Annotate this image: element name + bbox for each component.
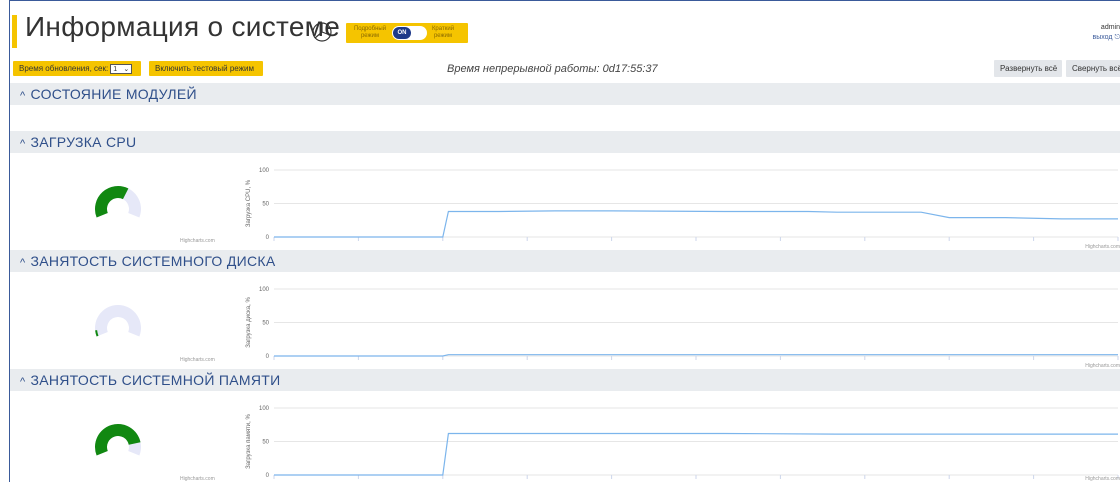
mode-switch[interactable]: Подробный режим ON Краткий режим: [346, 23, 468, 43]
refresh-select[interactable]: 1 ⌄: [110, 63, 133, 74]
disk-line-chart: 0 50 100 Загрузка диска, % Highcharts.com: [246, 287, 1120, 369]
mode-toggle[interactable]: ON: [392, 26, 427, 40]
highcharts-credit[interactable]: Highcharts.com: [180, 476, 215, 482]
y-axis-title: Загрузка CPU, %: [246, 179, 252, 227]
uptime-text: Время непрерывной работы: 0d17:55:37: [447, 63, 658, 75]
series-line: [274, 210, 1118, 238]
chevron-up-icon: ^: [20, 90, 26, 102]
user-name: admin: [1100, 24, 1120, 31]
y-tick-label: 100: [259, 287, 270, 293]
chevron-up-icon: ^: [20, 376, 26, 388]
cpu-line-chart: 0 50 100 Загрузка CPU, % Highcharts.com: [246, 168, 1120, 250]
section-disk-header[interactable]: ^ ЗАНЯТОСТЬ СИСТЕМНОГО ДИСКА: [10, 250, 1120, 272]
highcharts-credit[interactable]: Highcharts.com: [180, 357, 215, 363]
logout-link[interactable]: выход ⎋: [1093, 34, 1120, 42]
y-tick-label: 0: [266, 235, 270, 241]
chevron-up-icon: ^: [20, 138, 26, 150]
y-axis-title: Загрузка памяти, %: [246, 414, 252, 469]
highcharts-credit: Highcharts.com: [1085, 244, 1120, 250]
refresh-label: Время обновления, сек:: [19, 64, 109, 73]
section-modules-title: ^ СОСТОЯНИЕ МОДУЛЕЙ: [20, 86, 197, 102]
mode-brief-label[interactable]: Краткий режим: [426, 26, 460, 39]
disk-gauge: [95, 305, 141, 337]
y-tick-label: 50: [262, 440, 269, 446]
section-disk-label: ЗАНЯТОСТЬ СИСТЕМНОГО ДИСКА: [30, 253, 276, 269]
highcharts-credit: Highcharts.com: [1085, 363, 1120, 369]
mode-detailed-label[interactable]: Подробный режим: [350, 26, 390, 39]
gauge-value-arc: [95, 186, 129, 218]
y-axis-title: Загрузка диска, %: [246, 297, 252, 348]
gauge-track: [95, 305, 141, 337]
y-tick-label: 0: [266, 354, 270, 360]
logout-icon[interactable]: ⎋: [1114, 34, 1120, 41]
section-memory-label: ЗАНЯТОСТЬ СИСТЕМНОЙ ПАМЯТИ: [30, 372, 281, 388]
collapse-all-button[interactable]: Свернуть всё: [1066, 60, 1120, 77]
refresh-interval-control: Время обновления, сек: 1 ⌄: [13, 61, 141, 76]
section-disk-title: ^ ЗАНЯТОСТЬ СИСТЕМНОГО ДИСКА: [20, 253, 275, 269]
y-tick-label: 0: [266, 473, 270, 479]
chevron-up-icon: ^: [20, 257, 26, 269]
expand-all-button[interactable]: Развернуть всё: [994, 60, 1062, 77]
section-modules-label: СОСТОЯНИЕ МОДУЛЕЙ: [30, 86, 197, 102]
section-cpu-label: ЗАГРУЗКА CPU: [30, 134, 137, 150]
toggle-knob: ON: [393, 27, 411, 39]
y-tick-label: 100: [259, 168, 270, 174]
y-tick-label: 50: [262, 202, 269, 208]
section-memory-title: ^ ЗАНЯТОСТЬ СИСТЕМНОЙ ПАМЯТИ: [20, 372, 280, 388]
section-memory-header[interactable]: ^ ЗАНЯТОСТЬ СИСТЕМНОЙ ПАМЯТИ: [10, 369, 1120, 391]
logout-label[interactable]: выход: [1093, 34, 1113, 41]
refresh-select-value: 1: [113, 65, 118, 73]
section-cpu-header[interactable]: ^ ЗАГРУЗКА CPU: [10, 131, 1120, 153]
series-line: [274, 432, 1118, 476]
y-tick-label: 100: [259, 406, 270, 412]
chevron-down-icon: ⌄: [123, 65, 130, 73]
highcharts-credit[interactable]: Highcharts.com: [180, 238, 215, 244]
section-cpu-title: ^ ЗАГРУЗКА CPU: [20, 134, 136, 150]
pie-chart-icon[interactable]: [311, 21, 333, 43]
cpu-gauge: [95, 186, 141, 218]
page-title: Информация о системе: [25, 11, 341, 42]
section-modules-header[interactable]: ^ СОСТОЯНИЕ МОДУЛЕЙ: [10, 83, 1120, 105]
memory-gauge: [95, 424, 141, 456]
memory-line-chart: 0 50 100 Загрузка памяти, % Highcharts.com: [246, 406, 1120, 482]
highcharts-credit: Highcharts.com: [1085, 476, 1120, 482]
y-tick-label: 50: [262, 321, 269, 327]
test-mode-button[interactable]: Включить тестовый режим: [149, 61, 263, 76]
title-accent-bar: [12, 15, 17, 48]
